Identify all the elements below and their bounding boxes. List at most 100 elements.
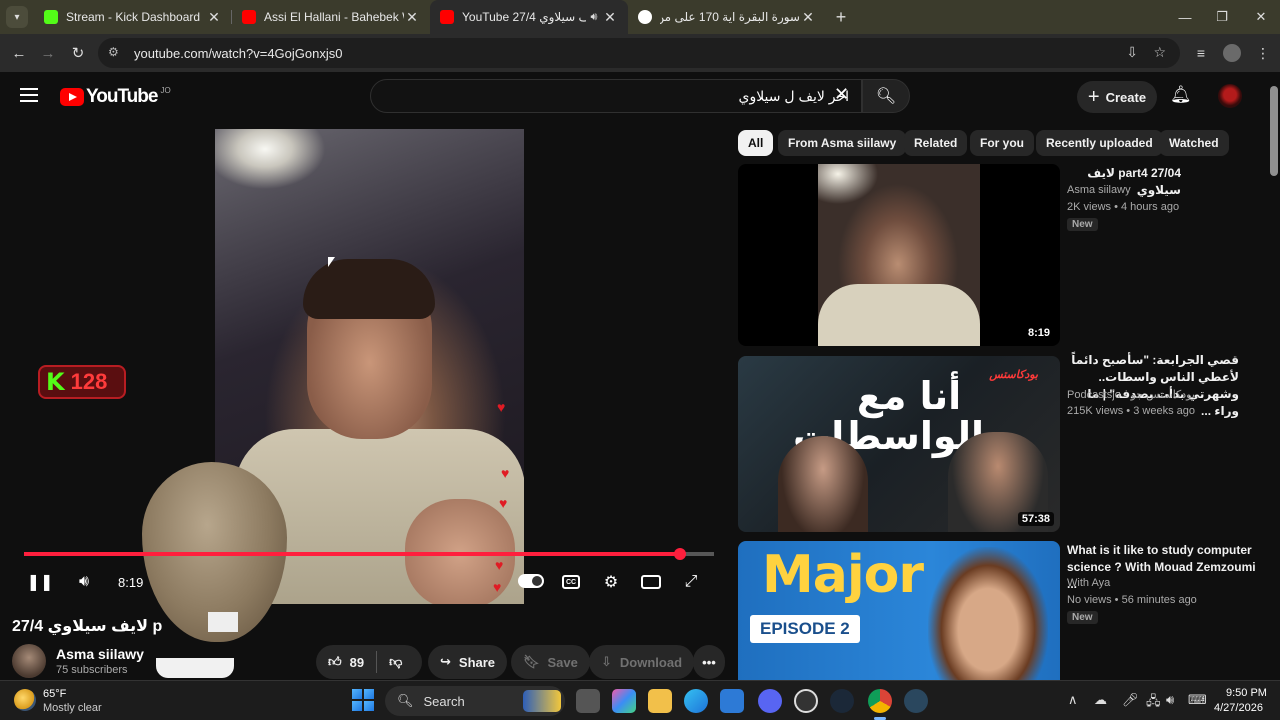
captions-button[interactable]: CC: [560, 568, 582, 596]
rec-channel[interactable]: Asma siilawy: [1067, 184, 1131, 196]
close-icon[interactable]: ✕: [404, 9, 420, 26]
menu-icon[interactable]: [20, 88, 38, 102]
tray-chevron-icon[interactable]: ∧: [1068, 692, 1078, 708]
site-info-icon[interactable]: ⚙︎: [108, 45, 124, 61]
viewer-count: 128: [70, 369, 108, 394]
more-menu-icon[interactable]: ⋮: [1248, 38, 1278, 68]
volume-icon[interactable]: 🔊︎: [72, 568, 96, 596]
scrubber-handle[interactable]: [673, 548, 686, 560]
cloud-icon[interactable]: ☁︎: [1094, 692, 1107, 708]
rec-thumbnail[interactable]: أنا مع الواسطات بودكاستس 57:38: [738, 356, 1060, 532]
theater-mode-icon[interactable]: [640, 568, 662, 596]
chip-all[interactable]: All: [738, 130, 774, 156]
file-explorer-icon[interactable]: [648, 689, 672, 713]
chip-watched[interactable]: Watched: [1159, 130, 1229, 156]
channel-name[interactable]: Asma siilawy: [56, 646, 144, 662]
weather-desc[interactable]: Mostly clear: [43, 702, 102, 714]
settings-gear-icon[interactable]: ⚙︎: [600, 568, 622, 596]
rec-thumbnail[interactable]: Major EPISODE 2: [738, 541, 1060, 680]
windows-start-icon[interactable]: [352, 689, 374, 711]
windows-taskbar: 65°F Mostly clear 🔍︎ Search ∧ ☁︎ 🎤︎ 🖧︎ 🔊…: [0, 680, 1280, 720]
subscriber-count: 75 subscribers: [56, 664, 128, 676]
tab-title: سورة البقرة اية 170 على من نزلت: [660, 10, 800, 24]
keyboard-icon[interactable]: ⌨︎: [1188, 692, 1207, 708]
chip-for-you[interactable]: For you: [970, 130, 1034, 156]
tab-youtube-active[interactable]: YouTube 27/4 لايف سيلاوي 🔊︎ ✕: [430, 0, 628, 34]
close-window-icon[interactable]: ✕: [1242, 0, 1280, 34]
subscribe-button[interactable]: [156, 658, 234, 678]
heart-icon: ♥: [497, 399, 506, 415]
thumbnail-person: [928, 547, 1048, 680]
tab-search-button[interactable]: ▾: [0, 0, 34, 34]
chip-related[interactable]: Related: [904, 130, 968, 156]
search-button[interactable]: 🔍︎: [862, 79, 910, 113]
tab-google[interactable]: سورة البقرة اية 170 على من نزلت ✕: [628, 0, 826, 34]
clock-date[interactable]: 4/27/2026: [1214, 702, 1263, 714]
pause-button[interactable]: ❚❚: [27, 568, 54, 596]
reload-icon[interactable]: ↻: [63, 38, 93, 68]
kick-logo-icon: K: [46, 368, 65, 396]
profile-icon[interactable]: [1217, 38, 1247, 68]
tab-assi[interactable]: Assi El Hallani - Bahebek We Bg ✕: [232, 0, 430, 34]
clear-search-icon[interactable]: ✕: [834, 84, 849, 105]
create-button[interactable]: + Create: [1077, 81, 1157, 113]
speaker-icon[interactable]: 🔊︎: [1166, 692, 1174, 708]
rec-channel[interactable]: With Aya: [1067, 577, 1110, 589]
autoplay-toggle[interactable]: [518, 574, 544, 588]
edge-icon[interactable]: [684, 689, 708, 713]
heart-icon: ♥: [499, 495, 508, 511]
tab-kick[interactable]: Stream - Kick Dashboard ✕: [34, 0, 232, 34]
like-count[interactable]: 89: [350, 655, 364, 670]
notifications-bell-icon[interactable]: 🔔︎: [1170, 85, 1192, 105]
copilot-icon[interactable]: [612, 689, 636, 713]
dislike-icon[interactable]: 👎︎: [389, 654, 402, 670]
weather-temp[interactable]: 65°F: [43, 688, 66, 700]
taskbar-search[interactable]: 🔍︎ Search: [385, 686, 565, 716]
page-scrollbar[interactable]: [1268, 72, 1280, 680]
steam-icon-2[interactable]: [904, 689, 928, 713]
youtube-logo[interactable]: YouTube JO: [60, 86, 171, 108]
forward-icon[interactable]: →: [33, 38, 63, 68]
account-avatar[interactable]: [1218, 84, 1242, 108]
minimize-icon[interactable]: —: [1166, 0, 1204, 34]
weather-moon-icon[interactable]: [14, 689, 36, 711]
chrome-icon[interactable]: [868, 689, 892, 713]
discord-icon[interactable]: [758, 689, 782, 713]
fullscreen-icon[interactable]: ⤢: [680, 568, 702, 596]
rec-thumbnail[interactable]: 8:19: [738, 164, 1060, 346]
save-button[interactable]: 🔖︎ Save: [511, 645, 590, 679]
chip-from-channel[interactable]: From Asma siilawy: [778, 130, 907, 156]
more-actions-button[interactable]: •••: [693, 645, 725, 679]
close-icon[interactable]: ✕: [602, 9, 618, 26]
task-view-icon[interactable]: [576, 689, 600, 713]
scrollbar-thumb[interactable]: [1270, 86, 1278, 176]
share-button[interactable]: ↪ Share: [428, 645, 508, 679]
search-icon: 🔍︎: [875, 88, 897, 105]
network-icon[interactable]: 🖧︎: [1146, 692, 1161, 714]
thumbnail-episode-text: EPISODE 2: [750, 615, 860, 643]
install-app-icon[interactable]: ⇩: [1126, 44, 1138, 61]
address-bar[interactable]: ⚙︎ youtube.com/watch?v=4GojGonxjs0 ⇩ ☆: [98, 38, 1180, 68]
back-icon[interactable]: ←: [4, 38, 34, 68]
clock-time[interactable]: 9:50 PM: [1226, 687, 1267, 699]
new-tab-button[interactable]: +: [826, 7, 856, 28]
channel-avatar[interactable]: [12, 644, 46, 678]
mic-icon[interactable]: 🎤︎: [1122, 692, 1139, 708]
github-icon[interactable]: [794, 689, 818, 713]
steam-icon[interactable]: [830, 689, 854, 713]
close-icon[interactable]: ✕: [206, 9, 222, 26]
search-input[interactable]: اخر لايف ل سيلاوي: [370, 79, 862, 113]
bookmark-star-icon[interactable]: ☆: [1153, 44, 1166, 61]
download-button[interactable]: ⇩ Download: [589, 645, 695, 679]
thumbnail-major-text: Major: [762, 545, 924, 605]
media-control-icon[interactable]: ≡: [1186, 38, 1216, 68]
like-icon[interactable]: 👍︎: [328, 654, 342, 670]
plus-icon: +: [1087, 85, 1100, 108]
progress-bar[interactable]: [24, 548, 714, 560]
store-icon[interactable]: [720, 689, 744, 713]
video-player[interactable]: ♥ ♥ ♥ ♥ ♥ K 128 ❚❚ 🔊︎ 8:19 CC ⚙︎ ⤢: [0, 122, 726, 642]
chip-recently-uploaded[interactable]: Recently uploaded: [1036, 130, 1163, 156]
close-icon[interactable]: ✕: [800, 9, 816, 26]
rec-channel[interactable]: Podcastsjo - بودكاستس جو: [1067, 388, 1195, 401]
restore-icon[interactable]: ❐: [1203, 0, 1241, 34]
